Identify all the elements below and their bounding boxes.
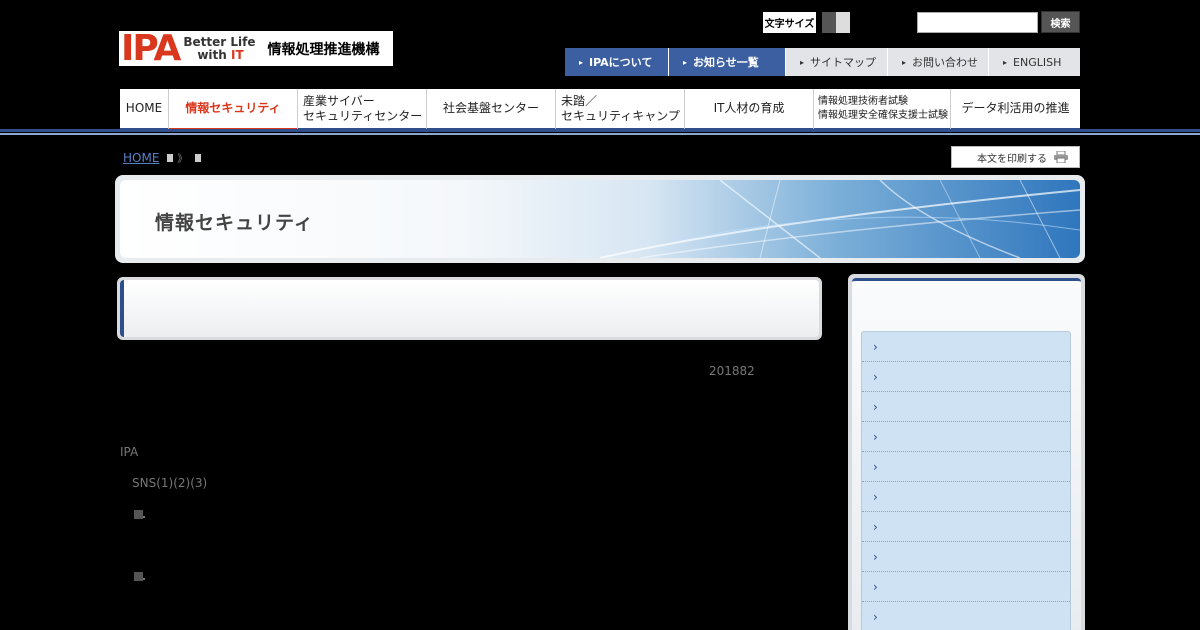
search-input[interactable]: [917, 12, 1038, 33]
content-heading-box: [117, 277, 822, 340]
chevron-right-icon: ›: [873, 519, 878, 534]
util-nav-news[interactable]: お知らせ一覧: [669, 48, 786, 76]
slogan-with: with: [197, 47, 231, 62]
org-name: 情報処理推進機構: [267, 41, 380, 58]
publish-date: 201882: [709, 364, 755, 378]
breadcrumb-separator: 》: [177, 154, 188, 165]
nav-data-utilization[interactable]: データ利活用の推進: [951, 89, 1080, 131]
sns-text: SNS(1)(2)(3): [132, 476, 208, 490]
util-nav-sitemap[interactable]: サイトマップ: [786, 48, 888, 76]
logo-slogan: Better Life with IT: [183, 35, 255, 62]
nav-item-line: セキュリティキャンプ: [561, 108, 680, 123]
org-text: IPA: [120, 445, 139, 459]
chevron-right-icon: ›: [873, 549, 878, 564]
breadcrumb: HOME 》: [123, 150, 202, 165]
breadcrumb-separator-icon: [167, 153, 174, 162]
util-nav-contact[interactable]: お問い合わせ: [888, 48, 989, 76]
font-size-label: 文字サイズ: [763, 12, 816, 33]
chevron-right-icon: ›: [873, 429, 878, 444]
nav-it-human-resources[interactable]: IT人材の育成: [685, 89, 814, 131]
util-nav-english[interactable]: ENGLISH: [989, 48, 1080, 76]
ipa-logo[interactable]: IPA Better Life with IT 情報処理推進機構: [119, 28, 393, 69]
sidebar-item[interactable]: ›: [862, 482, 1070, 512]
content-heading: [120, 280, 819, 337]
util-nav-about[interactable]: IPAについて: [565, 48, 669, 76]
sidebar: › › › › › › › › › ›: [848, 274, 1085, 630]
search-button[interactable]: 検索: [1041, 11, 1080, 33]
chevron-right-icon: ›: [873, 459, 878, 474]
font-size-toggle: [822, 12, 850, 33]
nav-it-exams[interactable]: 情報処理技術者試験 情報処理安全確保支援士試験: [814, 89, 951, 131]
utility-nav: IPAについて お知らせ一覧 サイトマップ お問い合わせ ENGLISH: [565, 48, 1080, 76]
sidebar-item[interactable]: ›: [862, 572, 1070, 602]
chevron-right-icon: ›: [873, 579, 878, 594]
sidebar-panel: › › › › › › › › › ›: [852, 278, 1081, 630]
breadcrumb-separator-icon: [195, 153, 202, 162]
sidebar-item[interactable]: ›: [862, 392, 1070, 422]
sidebar-item[interactable]: ›: [862, 512, 1070, 542]
global-nav: HOME 情報セキュリティ 産業サイバー セキュリティセンター 社会基盤センター…: [120, 89, 1080, 131]
print-button-label: 本文を印刷する: [977, 153, 1047, 165]
chevron-right-icon: ›: [873, 489, 878, 504]
nav-item-line: 情報処理技術者試験: [818, 95, 908, 107]
printer-icon: [1054, 151, 1068, 163]
nav-item-line: セキュリティセンター: [303, 108, 423, 123]
sidebar-item[interactable]: ›: [862, 542, 1070, 572]
nav-mitou-security-camp[interactable]: 未踏／ セキュリティキャンプ: [556, 89, 685, 131]
banner-image: 情報セキュリティ: [120, 180, 1080, 258]
breadcrumb-home-link[interactable]: HOME: [123, 151, 159, 165]
list-bullet-icon: [134, 510, 145, 519]
nav-social-infra-center[interactable]: 社会基盤センター: [427, 89, 556, 131]
chevron-right-icon: ›: [873, 369, 878, 384]
nav-item-line: 情報処理安全確保支援士試験: [818, 109, 948, 121]
sidebar-item[interactable]: ›: [862, 422, 1070, 452]
print-button[interactable]: 本文を印刷する: [951, 146, 1080, 168]
nav-item-line: 未踏／: [561, 93, 598, 108]
sidebar-item[interactable]: ›: [862, 332, 1070, 362]
sidebar-menu: › › › › › › › › › ›: [861, 331, 1071, 630]
sidebar-item[interactable]: ›: [862, 362, 1070, 392]
nav-industrial-cyber-security[interactable]: 産業サイバー セキュリティセンター: [298, 89, 427, 131]
font-size-small-button[interactable]: [822, 12, 836, 33]
logo-mark: IPA: [121, 28, 181, 69]
nav-rule-light: [0, 133, 1200, 135]
font-size-large-button[interactable]: [836, 12, 850, 33]
nav-home[interactable]: HOME: [120, 89, 169, 131]
banner-title: 情報セキュリティ: [155, 212, 314, 234]
chevron-right-icon: ›: [873, 399, 878, 414]
nav-rule: [0, 129, 1200, 132]
sidebar-item[interactable]: ›: [862, 452, 1070, 482]
chevron-right-icon: ›: [873, 339, 878, 354]
section-banner: 情報セキュリティ: [115, 175, 1085, 263]
nav-item-line: 産業サイバー: [303, 93, 375, 108]
nav-info-security[interactable]: 情報セキュリティ: [169, 89, 298, 131]
slogan-it: IT: [231, 47, 244, 62]
list-bullet-icon: [134, 572, 145, 581]
slogan-line2: with IT: [183, 47, 255, 62]
sidebar-item[interactable]: ›: [862, 602, 1070, 630]
chevron-right-icon: ›: [873, 609, 878, 624]
